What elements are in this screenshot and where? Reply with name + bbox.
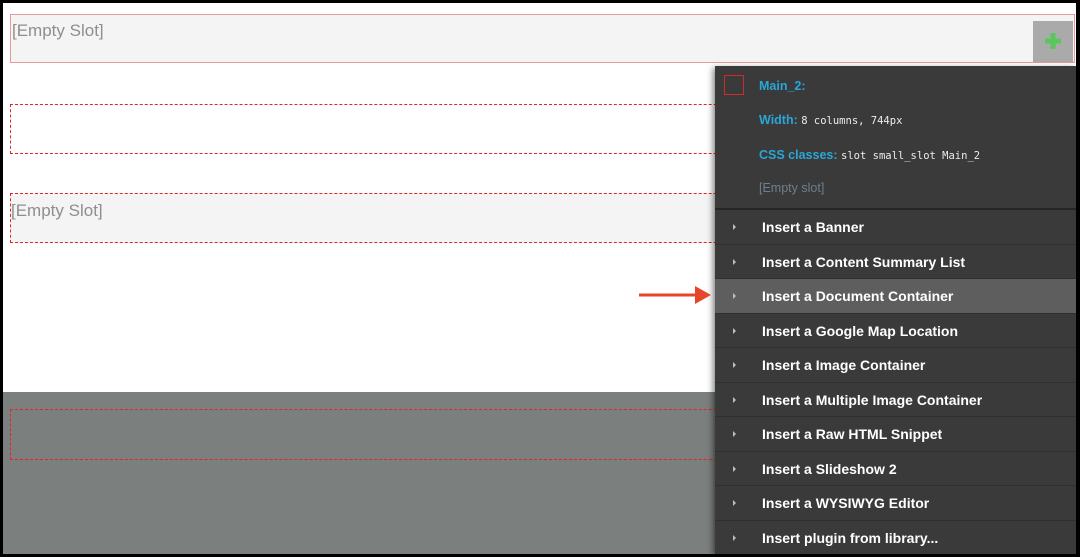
menu-item-insert-a-slideshow-2[interactable]: Insert a Slideshow 2 xyxy=(715,452,1076,486)
slot-empty-text: [Empty slot] xyxy=(759,181,825,195)
caret-right-icon xyxy=(733,534,736,541)
caret-right-icon xyxy=(733,396,736,403)
add-plugin-button[interactable] xyxy=(1033,21,1073,62)
menu-item-label: Insert a Raw HTML Snippet xyxy=(762,426,943,442)
menu-item-insert-plugin-from-library[interactable]: Insert plugin from library... xyxy=(715,521,1076,555)
menu-item-label: Insert a Multiple Image Container xyxy=(762,391,983,408)
width-value: 8 columns, 744px xyxy=(801,115,903,127)
caret-right-icon xyxy=(733,362,736,368)
menu-item-insert-a-banner[interactable]: Insert a Banner xyxy=(715,210,1076,245)
slot-popup-menu: Main_2: Width: 8 columns, 744px CSS clas… xyxy=(715,66,1076,554)
slot-width-line: Width: 8 columns, 744px xyxy=(759,113,902,127)
menu-item-insert-a-document-container[interactable]: Insert a Document Container xyxy=(715,279,1076,314)
width-label: Width: xyxy=(759,113,798,127)
menu-item-label: Insert plugin from library... xyxy=(762,529,939,546)
arrow-right-icon xyxy=(639,286,711,304)
caret-right-icon xyxy=(733,258,736,265)
slot-color-swatch xyxy=(724,75,744,95)
menu-item-insert-a-google-map-location[interactable]: Insert a Google Map Location xyxy=(715,314,1076,348)
caret-right-icon xyxy=(733,293,736,299)
menu-item-label: Insert a WYSIWYG Editor xyxy=(762,495,930,511)
css-classes-label: CSS classes: xyxy=(759,148,838,162)
slot-name: Main_2: xyxy=(759,79,806,93)
page-canvas: [Empty Slot] [Empty Slot] Main_2: Width:… xyxy=(3,3,1076,554)
slot-css-line: CSS classes: slot small_slot Main_2 xyxy=(759,148,980,162)
plus-icon xyxy=(1045,33,1061,49)
caret-right-icon xyxy=(733,327,736,334)
slot-label: [Empty Slot] xyxy=(12,21,104,40)
css-classes-value: slot small_slot Main_2 xyxy=(841,150,981,162)
menu-item-label: Insert a Content Summary List xyxy=(762,253,966,270)
menu-item-insert-a-wysiwyg-editor[interactable]: Insert a WYSIWYG Editor xyxy=(715,486,1076,521)
caret-right-icon xyxy=(733,431,736,437)
caret-right-icon xyxy=(733,224,736,230)
slot-info-panel: Main_2: Width: 8 columns, 744px CSS clas… xyxy=(715,66,1076,207)
empty-slot-main-1[interactable]: [Empty Slot] xyxy=(10,14,1075,63)
menu-item-label: Insert a Document Container xyxy=(762,288,954,304)
menu-item-insert-a-raw-html-snippet[interactable]: Insert a Raw HTML Snippet xyxy=(715,417,1076,452)
caret-right-icon xyxy=(733,500,736,506)
menu-item-label: Insert a Slideshow 2 xyxy=(762,460,897,477)
menu-item-label: Insert a Image Container xyxy=(762,357,926,373)
menu-item-label: Insert a Google Map Location xyxy=(762,322,959,339)
caret-right-icon xyxy=(733,465,736,472)
menu-item-insert-a-multiple-image-container[interactable]: Insert a Multiple Image Container xyxy=(715,383,1076,417)
menu-item-label: Insert a Banner xyxy=(762,219,864,235)
menu-item-insert-a-content-summary-list[interactable]: Insert a Content Summary List xyxy=(715,245,1076,279)
insert-menu: Insert a Banner Insert a Content Summary … xyxy=(715,210,1076,554)
slot-label: [Empty Slot] xyxy=(11,201,103,220)
menu-item-insert-a-image-container[interactable]: Insert a Image Container xyxy=(715,348,1076,383)
